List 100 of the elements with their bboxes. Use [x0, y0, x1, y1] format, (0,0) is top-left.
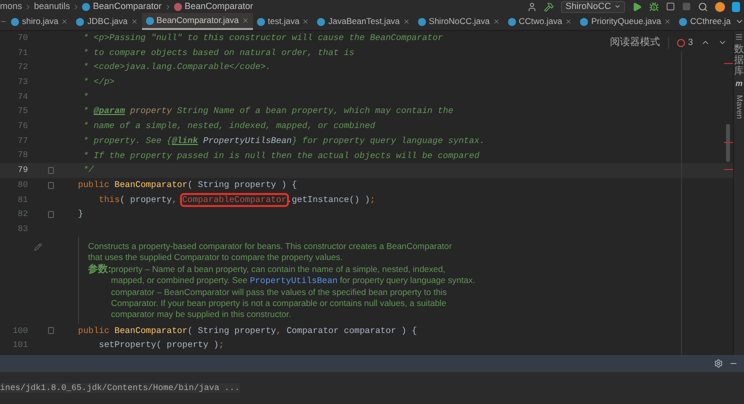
code-token: , — [276, 326, 282, 336]
class-icon — [256, 18, 265, 26]
code-token: ( property — [120, 194, 172, 205]
close-icon[interactable] — [242, 17, 249, 24]
line-number: 101 — [12, 339, 28, 352]
line-number: 79 — [16, 164, 28, 177]
editor-tab[interactable]: ShiroNoCC.java — [414, 13, 504, 30]
error-marker[interactable] — [724, 169, 733, 170]
menu-icon[interactable] — [735, 33, 743, 41]
stop-icon[interactable] — [682, 2, 691, 11]
previous-icon[interactable] — [701, 38, 710, 47]
close-icon[interactable] — [61, 18, 68, 25]
code-token: * </p> — [82, 77, 114, 88]
fold-icon[interactable] — [48, 211, 54, 218]
line-number: 76 — [16, 120, 28, 133]
error-count[interactable]: 3 — [688, 36, 693, 50]
editor-tab[interactable]: JDBC.java — [72, 13, 142, 30]
code-token: public — [78, 326, 110, 336]
code-token: , — [172, 194, 178, 205]
database-tool-tab[interactable]: 数据库 — [734, 44, 744, 77]
params-label: 参数: — [88, 264, 111, 277]
pencil-icon[interactable] — [34, 242, 42, 251]
code-token: public — [78, 180, 110, 190]
line-number: 80 — [16, 178, 28, 192]
line-number: 75 — [16, 105, 28, 118]
user-icon[interactable] — [527, 2, 538, 12]
code-token: setProperty( property ) — [98, 340, 219, 350]
hammer-icon[interactable] — [544, 2, 554, 12]
code-token: */ — [82, 165, 94, 176]
param-description: property – Name of a bean property, can contain the name of a simple, nested, indexed, — [111, 264, 446, 275]
search-icon[interactable] — [698, 2, 708, 12]
code-token: ; — [370, 194, 376, 205]
method-icon — [174, 2, 182, 10]
next-icon[interactable] — [718, 38, 727, 47]
code-token: @param — [94, 106, 125, 116]
bug-icon[interactable] — [649, 2, 659, 12]
settings-icon[interactable] — [714, 359, 723, 368]
breadcrumb-item[interactable]: BeanComparator — [184, 0, 254, 14]
code-token: * — [82, 106, 90, 116]
run-config-dropdown[interactable]: ShiroNoCC — [561, 0, 625, 12]
code-token: * to compare objects based on natural order, that is — [82, 48, 354, 58]
editor-tab[interactable]: PriorityQueue.java — [576, 13, 676, 30]
code-token: ( String property ) { — [188, 180, 297, 190]
close-icon[interactable] — [565, 18, 572, 25]
code-token: } for property query language syntax. — [292, 136, 485, 146]
breadcrumb-item[interactable]: beanutils — [34, 0, 70, 14]
caret-icon — [614, 3, 621, 10]
tab-list-icon[interactable] — [734, 17, 744, 26]
line-number: 74 — [16, 90, 28, 104]
code-token: .getInstance() ) — [286, 194, 370, 205]
editor-tab[interactable]: CCthree.ja — [675, 13, 735, 30]
line-number: 72 — [16, 61, 28, 74]
breadcrumb-item[interactable]: BeanComparator — [93, 0, 162, 14]
maven-tool-tab[interactable]: Maven — [733, 95, 744, 119]
reader-mode-toggle[interactable]: 阅读器模式 — [610, 35, 660, 50]
class-icon — [317, 18, 326, 26]
class-icon — [508, 18, 516, 26]
scrollbar-thumb[interactable] — [726, 124, 730, 162]
code-token: * <code>java.lang.Comparable</code>. — [82, 62, 271, 72]
code-token: * If the property passed in is null then the actual objects will be compared — [82, 150, 480, 160]
param-description: mapped, or combined property. See PropertyUtilsBean for property query language syntax. — [111, 274, 476, 287]
code-token: BeanComparator — [114, 180, 188, 190]
line-number: 78 — [16, 149, 28, 162]
run-icon[interactable] — [632, 2, 642, 12]
code-token: * <p>Passing "null" to this constructor will cause the BeanComparator — [82, 33, 443, 43]
highlighted-class-name: ComparableComparator — [182, 194, 287, 205]
breadcrumb-item[interactable]: mons — [0, 0, 22, 14]
fold-icon[interactable] — [48, 327, 54, 334]
error-marker[interactable] — [724, 142, 733, 143]
collapse-icon[interactable] — [0, 18, 7, 25]
code-token: property — [129, 106, 172, 116]
line-number: 82 — [16, 208, 28, 221]
class-icon — [146, 16, 154, 24]
close-icon[interactable] — [402, 18, 410, 25]
doc-link[interactable]: PropertyUtilsBean — [250, 276, 338, 286]
line-number: 71 — [16, 46, 28, 60]
update-icon[interactable] — [715, 2, 725, 12]
code-token: * — [82, 92, 88, 102]
close-icon[interactable] — [130, 18, 138, 25]
param-description: comparator may be supplied in this constructor. — [111, 308, 292, 320]
code-token: String Name of a bean property, which may contain the — [176, 106, 454, 116]
code-token: PropertyUtilsBean — [202, 136, 292, 146]
editor-tab[interactable]: JavaBeanTest.java — [313, 13, 414, 30]
error-marker[interactable] — [724, 63, 733, 64]
doc-summary: Constructs a property-based comparator for beans. This constructor creates a BeanComparator that uses the supplied Comparator to compare the property values. — [88, 240, 453, 263]
close-icon[interactable] — [664, 18, 672, 25]
class-icon — [11, 18, 19, 26]
code-token: this — [98, 194, 120, 205]
code-token: Comparator comparator ) { — [286, 326, 417, 336]
close-icon[interactable] — [302, 18, 310, 25]
code-token: ( String property — [188, 326, 276, 336]
class-icon — [580, 18, 588, 26]
close-icon[interactable] — [492, 18, 500, 25]
editor-tab[interactable]: CCtwo.java — [504, 13, 576, 30]
editor-tab[interactable]: shiro.java — [7, 13, 72, 30]
editor-tab[interactable]: test.java — [252, 13, 314, 30]
line-number: 100 — [12, 324, 28, 338]
line-number: 73 — [16, 76, 28, 89]
editor-tab[interactable]: BeanComparator.java — [142, 13, 253, 30]
code-token: BeanComparator — [114, 326, 188, 336]
